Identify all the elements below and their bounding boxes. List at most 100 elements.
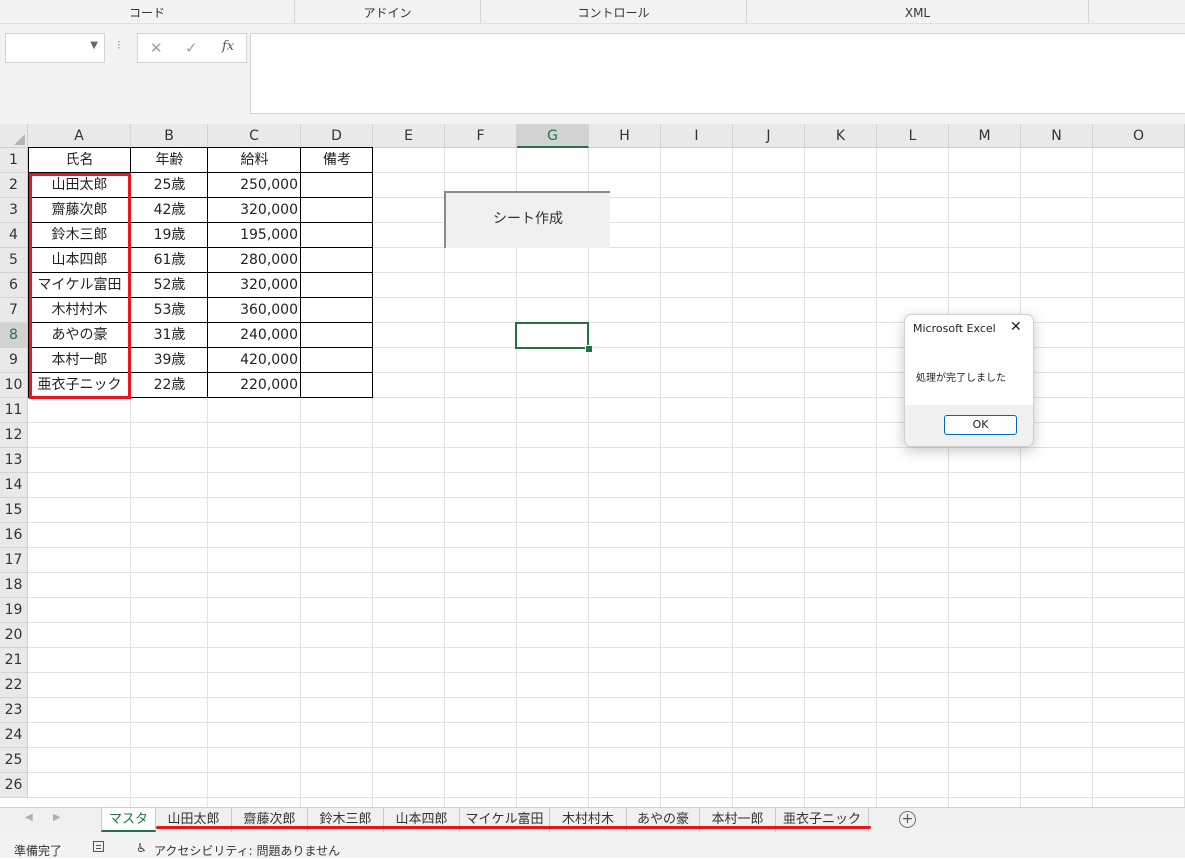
table-cell[interactable]: 39歳: [131, 348, 208, 373]
row-header-21[interactable]: 21: [0, 648, 28, 673]
row-header-9[interactable]: 9: [0, 348, 28, 373]
column-header-o[interactable]: O: [1093, 124, 1185, 148]
table-cell[interactable]: [301, 298, 373, 323]
macro-record-icon[interactable]: [93, 841, 104, 852]
row-header-19[interactable]: 19: [0, 598, 28, 623]
table-cell[interactable]: [301, 223, 373, 248]
row-header-4[interactable]: 4: [0, 223, 28, 248]
table-cell[interactable]: 52歳: [131, 273, 208, 298]
row-header-16[interactable]: 16: [0, 523, 28, 548]
table-cell[interactable]: [301, 198, 373, 223]
row-header-18[interactable]: 18: [0, 573, 28, 598]
table-cell[interactable]: 420,000: [208, 348, 301, 373]
row-header-14[interactable]: 14: [0, 473, 28, 498]
sheet-tab-master[interactable]: マスタ: [101, 808, 156, 832]
table-cell[interactable]: 240,000: [208, 323, 301, 348]
dialog-title: Microsoft Excel: [913, 322, 996, 335]
table-cell[interactable]: [301, 173, 373, 198]
row-header-5[interactable]: 5: [0, 248, 28, 273]
table-cell[interactable]: 250,000: [208, 173, 301, 198]
row-header-25[interactable]: 25: [0, 748, 28, 773]
row-header-23[interactable]: 23: [0, 698, 28, 723]
table-cell[interactable]: 22歳: [131, 373, 208, 398]
vertical-dots-icon[interactable]: ⁝: [117, 38, 121, 52]
row-header-7[interactable]: 7: [0, 298, 28, 323]
row-header-13[interactable]: 13: [0, 448, 28, 473]
table-cell[interactable]: [301, 323, 373, 348]
row-header-11[interactable]: 11: [0, 398, 28, 423]
row-header-6[interactable]: 6: [0, 273, 28, 298]
table-cell[interactable]: 280,000: [208, 248, 301, 273]
row-header-24[interactable]: 24: [0, 723, 28, 748]
chevron-down-icon[interactable]: ▼: [90, 40, 98, 51]
row-header-2[interactable]: 2: [0, 173, 28, 198]
chevron-left-icon[interactable]: ◀: [25, 812, 33, 823]
gridline-h: [28, 472, 1185, 473]
column-header-d[interactable]: D: [301, 124, 373, 148]
table-cell[interactable]: [301, 273, 373, 298]
table-cell[interactable]: [301, 248, 373, 273]
table-cell[interactable]: [301, 348, 373, 373]
table-header-cell[interactable]: 氏名: [28, 148, 131, 173]
formula-input[interactable]: [250, 33, 1185, 114]
row-header-15[interactable]: 15: [0, 498, 28, 523]
tabs-highlight-underline: [156, 826, 871, 829]
row-header-12[interactable]: 12: [0, 423, 28, 448]
column-header-b[interactable]: B: [131, 124, 208, 148]
table-border-v: [372, 147, 373, 398]
column-header-j[interactable]: J: [733, 124, 805, 148]
table-cell[interactable]: 320,000: [208, 273, 301, 298]
chevron-right-icon[interactable]: ▶: [53, 812, 61, 823]
table-header-cell[interactable]: 給料: [208, 148, 301, 173]
worksheet-grid[interactable]: ABCDEFGHIJKLMNO 1 2 3 4 5 6 7 8 9 10 11 12 13 14 15 16 1…: [0, 124, 1185, 807]
column-header-f[interactable]: F: [445, 124, 517, 148]
add-sheet-icon[interactable]: +: [899, 811, 916, 828]
selected-cell-g8[interactable]: [515, 322, 589, 349]
table-cell[interactable]: [301, 373, 373, 398]
row-header-1[interactable]: 1: [0, 148, 28, 173]
table-cell[interactable]: 25歳: [131, 173, 208, 198]
table-cell[interactable]: 195,000: [208, 223, 301, 248]
table-header-cell[interactable]: 年齢: [131, 148, 208, 173]
row-header-8[interactable]: 8: [0, 323, 28, 348]
select-all-corner[interactable]: [0, 124, 28, 148]
column-header-n[interactable]: N: [1021, 124, 1093, 148]
row-header-3[interactable]: 3: [0, 198, 28, 223]
table-cell[interactable]: 53歳: [131, 298, 208, 323]
column-header-m[interactable]: M: [949, 124, 1021, 148]
column-header-i[interactable]: I: [661, 124, 733, 148]
ok-button[interactable]: OK: [944, 415, 1017, 435]
row-header-17[interactable]: 17: [0, 548, 28, 573]
insert-function-icon[interactable]: fx: [222, 39, 234, 54]
enter-icon[interactable]: ✓: [185, 39, 198, 57]
row-header-26[interactable]: 26: [0, 773, 28, 798]
ribbon-group-addins: アドイン: [295, 0, 481, 23]
name-box[interactable]: ▼: [5, 33, 105, 63]
table-cell[interactable]: 360,000: [208, 298, 301, 323]
close-icon[interactable]: ✕: [1010, 319, 1022, 335]
fill-handle[interactable]: [585, 345, 593, 353]
column-header-g[interactable]: G: [517, 124, 589, 148]
row-header-10[interactable]: 10: [0, 373, 28, 398]
gridline-h: [28, 747, 1185, 748]
create-sheet-button[interactable]: シート作成: [444, 191, 610, 248]
row-header-22[interactable]: 22: [0, 673, 28, 698]
table-cell[interactable]: 31歳: [131, 323, 208, 348]
column-header-l[interactable]: L: [877, 124, 949, 148]
accessibility-icon[interactable]: ♿: [136, 841, 147, 855]
accessibility-status[interactable]: アクセシビリティ: 問題ありません: [154, 842, 340, 859]
column-header-e[interactable]: E: [373, 124, 445, 148]
table-cell[interactable]: 42歳: [131, 198, 208, 223]
table-cell[interactable]: 19歳: [131, 223, 208, 248]
column-header-a[interactable]: A: [28, 124, 131, 148]
dialog-footer: OK: [905, 405, 1033, 446]
row-header-20[interactable]: 20: [0, 623, 28, 648]
table-cell[interactable]: 220,000: [208, 373, 301, 398]
table-cell[interactable]: 320,000: [208, 198, 301, 223]
table-cell[interactable]: 61歳: [131, 248, 208, 273]
column-header-h[interactable]: H: [589, 124, 661, 148]
column-header-k[interactable]: K: [805, 124, 877, 148]
cancel-icon[interactable]: ✕: [150, 39, 163, 57]
table-header-cell[interactable]: 備考: [301, 148, 373, 173]
column-header-c[interactable]: C: [208, 124, 301, 148]
